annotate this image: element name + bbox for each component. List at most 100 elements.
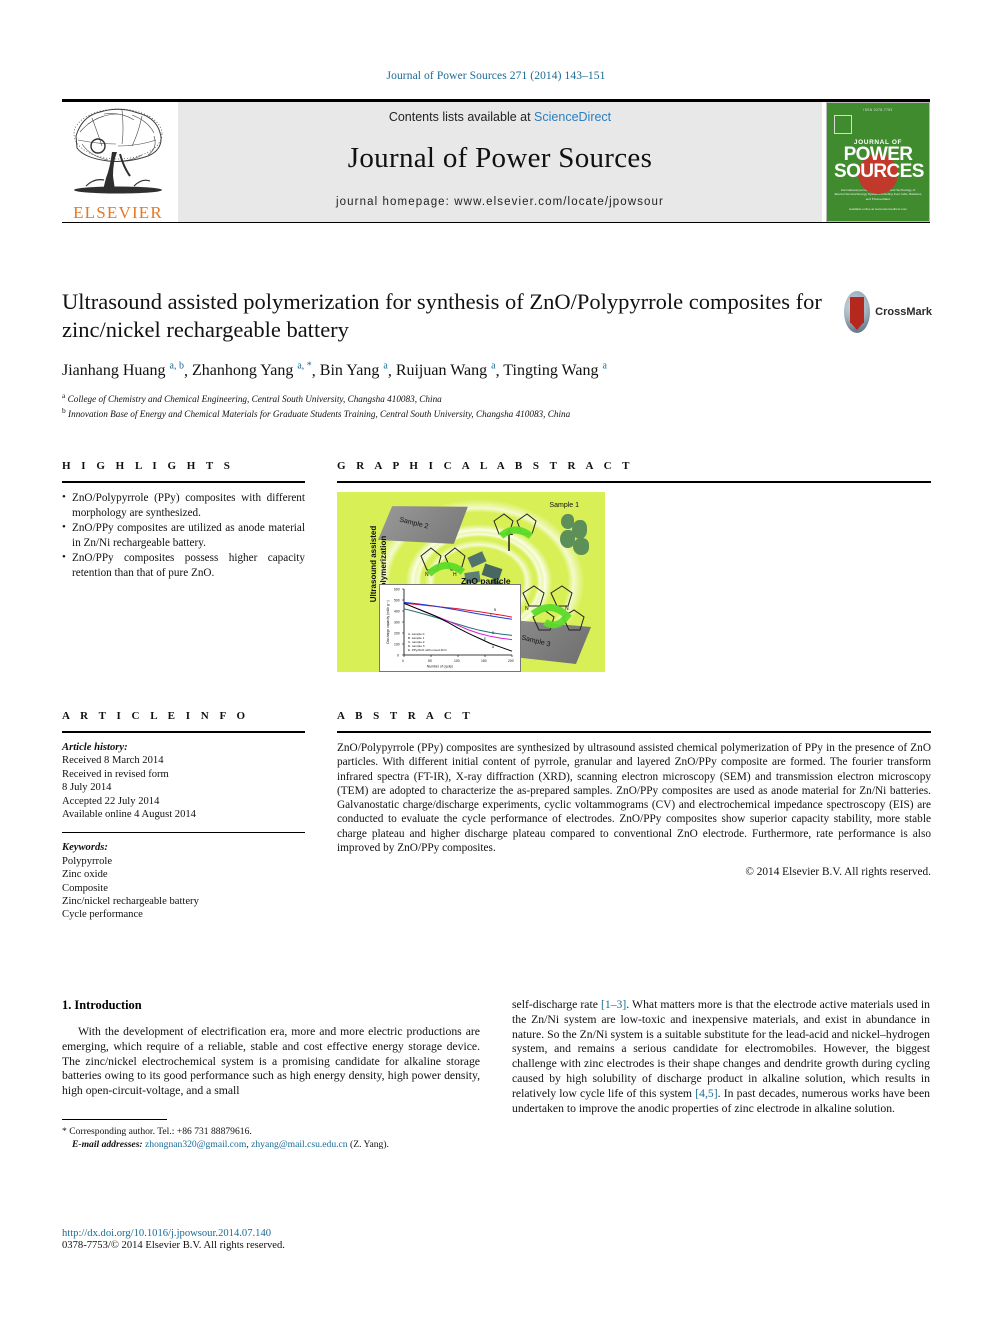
svg-text:H: H [453, 572, 457, 578]
svg-text:150: 150 [481, 659, 487, 663]
title-block: CrossMark Ultrasound assisted polymeriza… [62, 288, 932, 420]
affiliation-mark: b [62, 406, 66, 416]
chart-svg: 0 50 100 150 200 0 100 200 300 400 500 600 Numb… [386, 588, 514, 669]
intro-paragraph-left: With the development of electrification … [62, 1025, 480, 1099]
graphical-abstract-panel: G R A P H I C A L A B S T R A C T Sample… [337, 460, 931, 672]
highlights-list: ZnO/Polypyrrole (PPy) composites with di… [62, 490, 305, 581]
keyword-item: Composite [62, 882, 108, 894]
running-head: Journal of Power Sources 271 (2014) 143–… [386, 70, 606, 82]
author-marks: a [602, 361, 607, 372]
email-label: E-mail addresses: [72, 1138, 143, 1150]
author-marks: a [491, 361, 496, 372]
sample1-label: Sample 1 [549, 502, 579, 509]
contents-lists-line: Contents lists available at ScienceDirec… [389, 110, 611, 124]
history-item: Accepted 22 July 2014 [62, 795, 160, 807]
author-item: Ruijuan Wang a [396, 361, 496, 379]
email-link-1[interactable]: zhongnan320@gmail.com [145, 1139, 246, 1150]
elsevier-wordmark: ELSEVIER [73, 203, 163, 222]
graphical-abstract-figure: Sample 2 Sample 3 Sample 1 N H N N ZnO p… [337, 492, 605, 672]
page-footer: http://dx.doi.org/10.1016/j.jpowsour.201… [62, 1228, 562, 1251]
contents-prefix: Contents lists available at [388, 110, 535, 124]
journal-title: Journal of Power Sources [347, 142, 653, 174]
affiliation-text: Innovation Base of Energy and Chemical M… [68, 409, 571, 420]
svg-text:100: 100 [454, 659, 460, 663]
svg-text:600: 600 [394, 588, 400, 592]
journal-cover-thumbnail: ISSN 0378-7753 JOURNAL OF POWER SOURCES … [826, 102, 930, 222]
article-history: Article history: Received 8 March 2014 R… [62, 741, 305, 821]
list-item: ZnO/Polypyrrole (PPy) composites with di… [62, 490, 305, 520]
cycle-performance-chart: 0 50 100 150 200 0 100 200 300 400 500 600 Numb… [379, 584, 521, 672]
author-item: Zhanhong Yang a, * [191, 361, 312, 380]
history-item: Received 8 March 2014 [62, 755, 164, 767]
abstract-rule [337, 731, 931, 733]
cover-elsevier-mark-icon [834, 115, 852, 134]
article-info-separator [62, 832, 305, 834]
chart-legend: A. sample 0 B. sample 1 C. sample 2 D. s… [408, 632, 447, 652]
svg-text:200: 200 [508, 659, 514, 663]
journal-homepage-link[interactable]: journal homepage: www.elsevier.com/locat… [336, 196, 664, 208]
author-marks: a, * [297, 361, 312, 372]
paragraph-text-part1: self-discharge rate [512, 998, 601, 1011]
author-name: Bin Yang [319, 362, 380, 380]
abstract-copyright: © 2014 Elsevier B.V. All rights reserved… [745, 866, 931, 879]
journal-masthead: ELSEVIER Contents lists available at Sci… [62, 99, 930, 223]
history-item: 8 July 2014 [62, 782, 112, 794]
chart-xlabel: Number of cycles [427, 665, 453, 669]
cover-word-sources: SOURCES [834, 161, 924, 182]
svg-text:E: E [484, 637, 486, 641]
abstract-panel: A B S T R A C T ZnO/Polypyrrole (PPy) co… [337, 710, 931, 878]
svg-text:E. PPy/ZnO with mixed ZnO: E. PPy/ZnO with mixed ZnO [408, 648, 447, 652]
paragraph-text: With the development of electrification … [62, 1025, 480, 1098]
list-item: ZnO/PPy composites possess higher capaci… [62, 550, 305, 580]
paper-page: Journal of Power Sources 271 (2014) 143–… [0, 0, 992, 1323]
svg-text:N: N [565, 606, 569, 612]
svg-text:100: 100 [394, 643, 400, 647]
svg-text:0: 0 [397, 654, 399, 658]
doi-link[interactable]: http://dx.doi.org/10.1016/j.jpowsour.201… [62, 1228, 562, 1239]
footnote-rule [62, 1118, 167, 1120]
chart-ylabel: Discharge capacity (mAh g⁻¹) [386, 600, 390, 643]
author-list: Jianhang Huang a, b, Zhanhong Yang a, *,… [62, 361, 607, 380]
page-title: Ultrasound assisted polymerization for s… [62, 289, 822, 342]
affiliation-list: a College of Chemistry and Chemical Engi… [62, 390, 930, 420]
intro-paragraph-right: self-discharge rate [1–3]. What matters … [512, 998, 930, 1116]
svg-text:500: 500 [394, 599, 400, 603]
keyword-item: Zinc/nickel rechargeable battery [62, 896, 199, 908]
article-info-heading: A R T I C L E I N F O [62, 710, 250, 722]
body-column-left: 1. Introduction With the development of … [62, 998, 480, 1151]
keyword-item: Polypyrrole [62, 855, 113, 867]
email-link-2[interactable]: zhyang@mail.csu.edu.cn [251, 1139, 347, 1150]
author-item: Bin Yang a [319, 361, 388, 380]
author-name: Zhanhong Yang [191, 362, 294, 380]
sciencedirect-link[interactable]: ScienceDirect [534, 110, 611, 124]
masthead-bottom-rule [62, 222, 930, 223]
highlights-panel: H I G H L I G H T S ZnO/Polypyrrole (PPy… [62, 460, 305, 582]
author-marks: a [383, 361, 388, 372]
keyword-item: Zinc oxide [62, 869, 108, 881]
svg-text:400: 400 [394, 610, 400, 614]
history-item: Received in revised form [62, 768, 169, 780]
svg-text:300: 300 [394, 621, 400, 625]
history-item: Available online 4 August 2014 [62, 809, 196, 821]
svg-text:N: N [425, 572, 429, 578]
graphical-abstract-rule [337, 481, 931, 483]
email-line: E-mail addresses: zhongnan320@gmail.com,… [62, 1139, 480, 1152]
affiliation-item: a College of Chemistry and Chemical Engi… [62, 390, 930, 405]
crossmark-label: CrossMark [875, 306, 932, 318]
keywords-label: Keywords: [62, 842, 108, 854]
elsevier-logo: ELSEVIER [62, 102, 174, 222]
keyword-item: Cycle performance [62, 909, 143, 921]
citation-ref-2[interactable]: [4,5] [695, 1087, 717, 1100]
article-history-label: Article history: [62, 742, 128, 753]
author-name: Tingting Wang [503, 362, 599, 380]
list-item: ZnO/PPy composites are utilized as anode… [62, 520, 305, 550]
crossmark-badge[interactable]: CrossMark [844, 290, 932, 334]
citation-ref-1[interactable]: [1–3] [601, 998, 626, 1011]
affiliation-text: College of Chemistry and Chemical Engine… [67, 394, 442, 405]
polypyrrole-chain-icon: N N [522, 585, 585, 631]
email-suffix: (Z. Yang). [347, 1138, 389, 1150]
svg-text:N: N [525, 606, 529, 612]
highlights-heading: H I G H L I G H T S [62, 460, 234, 472]
section-heading-introduction: 1. Introduction [62, 998, 142, 1012]
footnote-block: * Corresponding author. Tel.: +86 731 88… [62, 1126, 480, 1151]
